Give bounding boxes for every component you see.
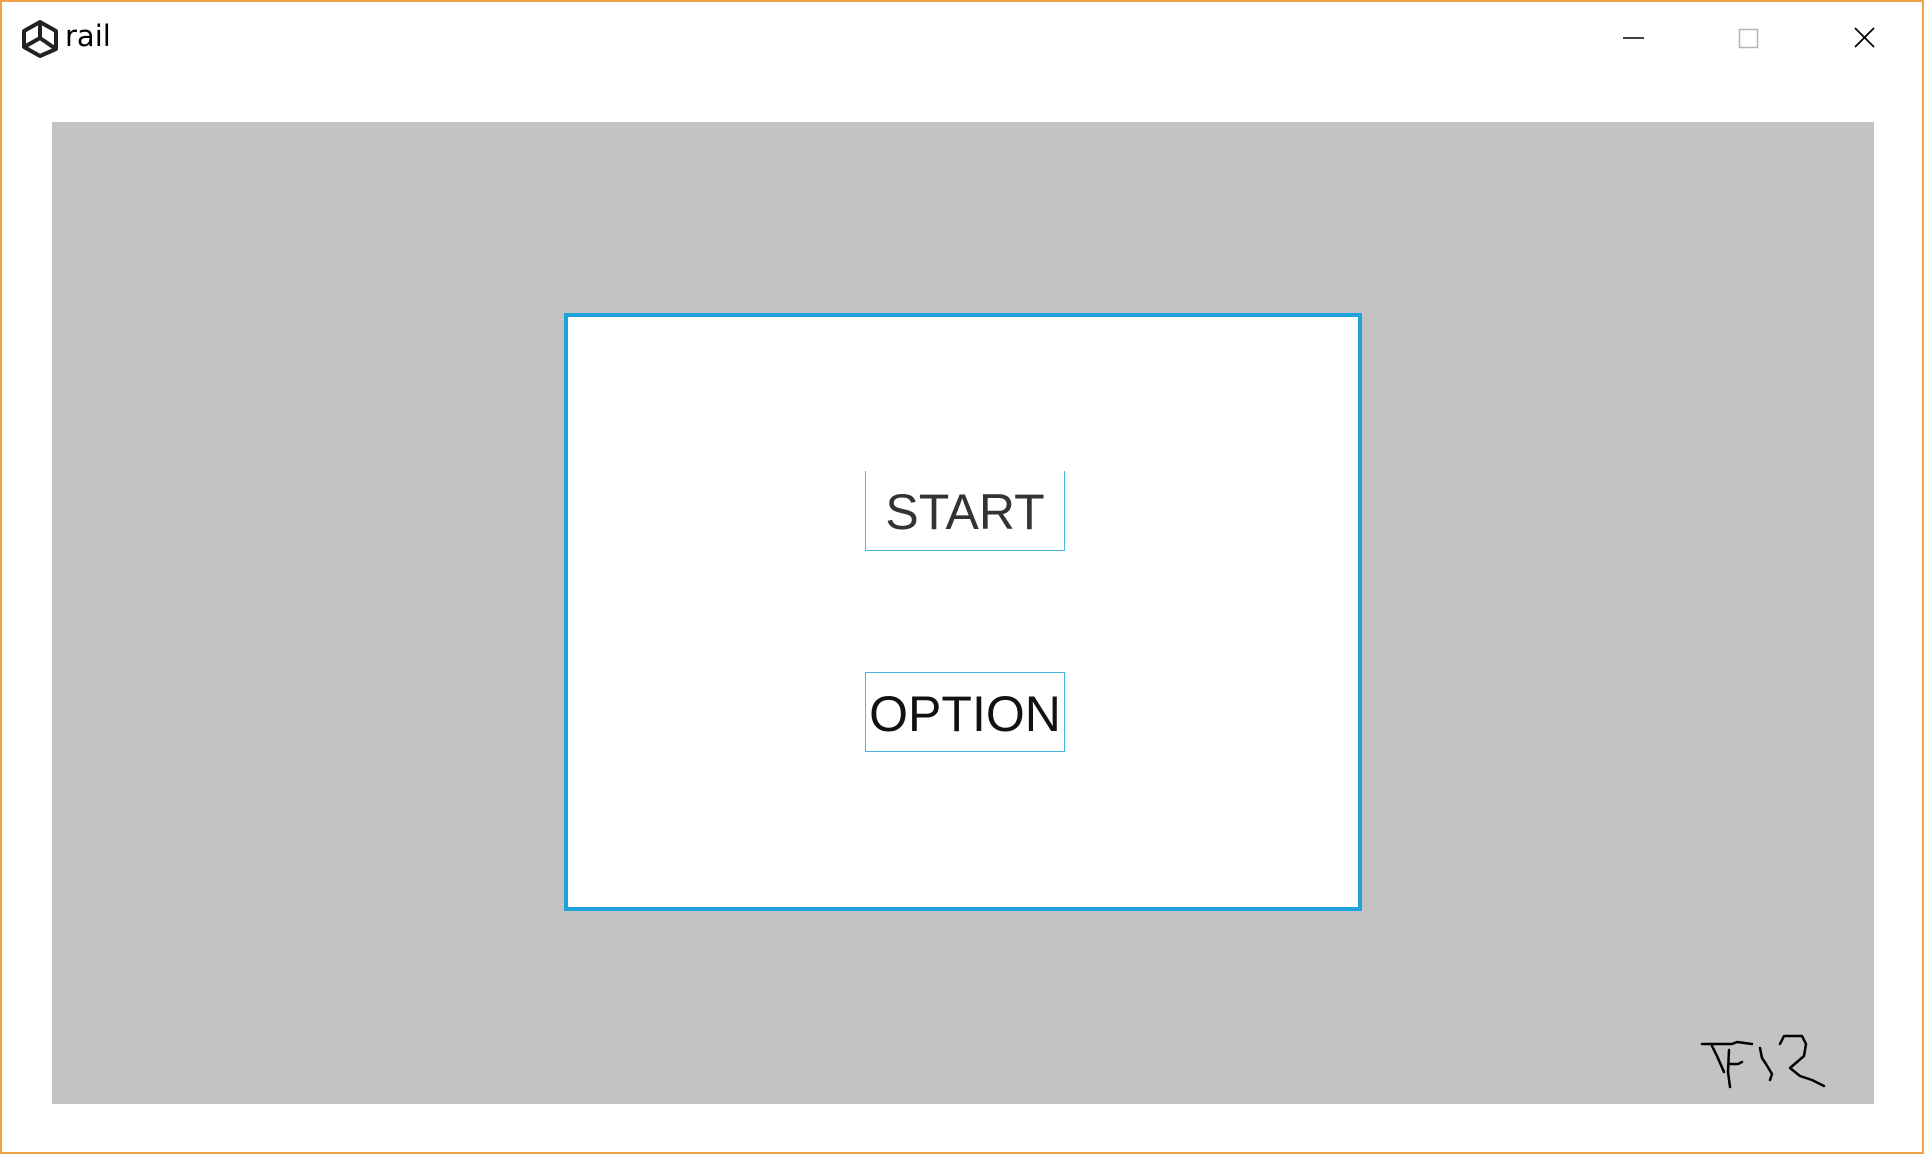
fps-counter-scribble [1692,1032,1872,1102]
maximize-button[interactable] [1692,2,1808,72]
app-window: rail START OPTION [0,0,1924,1154]
window-title: rail [65,19,111,53]
minimize-button[interactable] [1576,2,1692,72]
main-menu-panel: START OPTION [564,313,1362,911]
option-button[interactable]: OPTION [865,672,1065,752]
title-bar[interactable]: rail [2,2,1922,72]
unity-logo-icon [20,18,60,58]
game-viewport: START OPTION [52,122,1874,1104]
close-button[interactable] [1808,2,1922,72]
start-button[interactable]: START [865,471,1065,551]
